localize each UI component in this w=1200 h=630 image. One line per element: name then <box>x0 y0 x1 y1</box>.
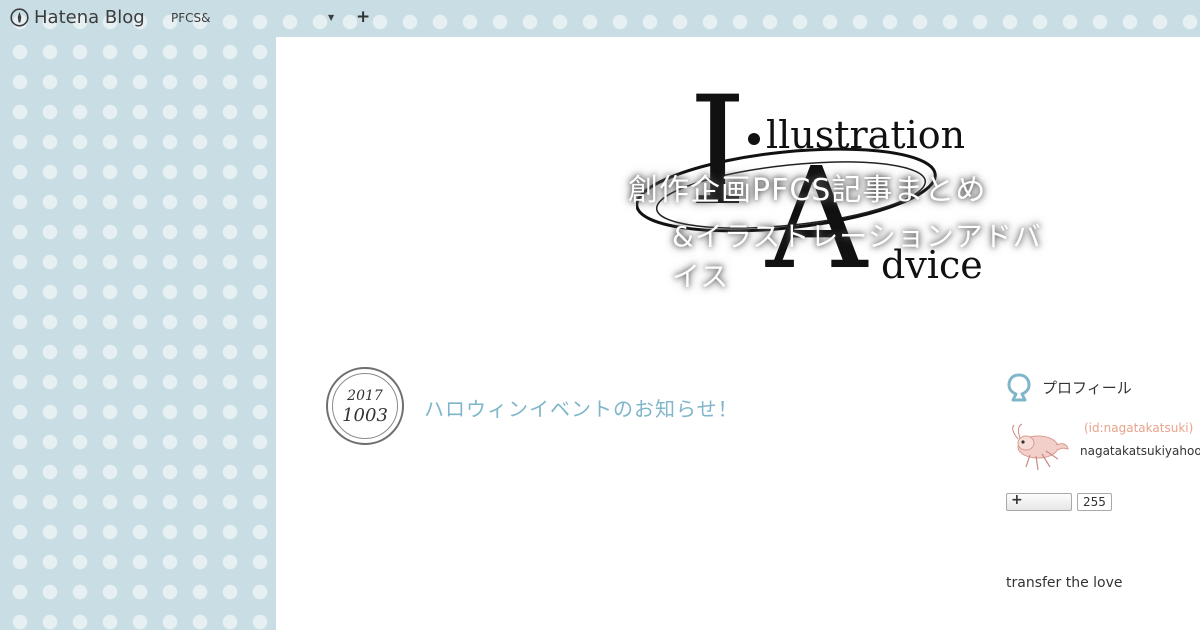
hatena-blog-logo-text: Hatena Blog <box>34 7 145 28</box>
follow-count-badge: 255 <box>1077 493 1112 511</box>
profile-email-text: nagatakatsukiyahoo <box>1080 444 1200 458</box>
logo-overlay-line-1: 創作企画PFCS記事まとめ <box>628 173 987 208</box>
logo-overlay-line-2: &イラストレーションアドバイス <box>672 220 1042 293</box>
profile-heading: プロフィール <box>1006 372 1132 402</box>
entry-date-stamp[interactable]: 2017 1003 <box>326 367 404 445</box>
logo-dot <box>748 133 760 145</box>
profile-heading-text: プロフィール <box>1042 378 1132 397</box>
follow-button[interactable]: + <box>1006 492 1072 511</box>
profile-id-link[interactable]: (id:nagatakatsuki) <box>1084 421 1193 435</box>
blog-header-logo[interactable]: I llustration A dvice 創作企画PFCS記事まとめ &イラス… <box>628 77 1066 295</box>
hatena-pen-icon <box>10 8 29 27</box>
sidebar-section-title: transfer the love <box>1006 575 1123 591</box>
blog-selector[interactable]: PFCS& ▼ <box>171 11 336 27</box>
caret-down-icon: ▼ <box>328 13 335 22</box>
profile-avatar[interactable] <box>1006 423 1070 479</box>
entry-date-year: 2017 <box>347 388 383 404</box>
hatena-blog-logo[interactable]: Hatena Blog <box>10 7 145 28</box>
hatena-topbar: Hatena Blog PFCS& ▼ + <box>0 0 1200 37</box>
blog-selector-value: PFCS& <box>171 11 211 25</box>
main-panel: I llustration A dvice 創作企画PFCS記事まとめ &イラス… <box>276 37 1200 630</box>
entry-title-link[interactable]: ハロウィンイベントのお知らせ！ <box>424 393 739 422</box>
profile-balloon-icon <box>1007 373 1031 402</box>
plus-icon: + <box>1011 492 1023 508</box>
new-post-plus-icon[interactable]: + <box>356 7 370 27</box>
entry-date-monthday: 1003 <box>342 405 388 426</box>
